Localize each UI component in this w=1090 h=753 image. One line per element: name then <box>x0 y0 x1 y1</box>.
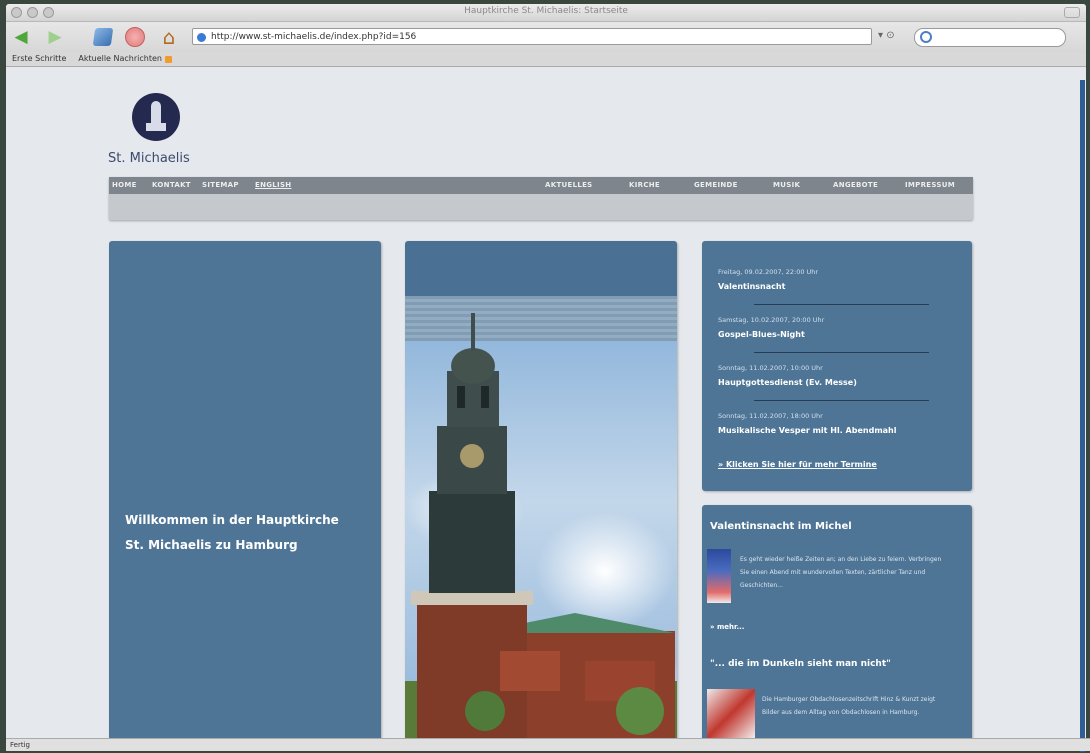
events-panel: Freitag, 09.02.2007, 22:00 Uhr Valentins… <box>702 241 972 491</box>
stop-icon[interactable] <box>124 27 146 47</box>
event-divider <box>754 400 929 401</box>
event-item[interactable]: Samstag, 10.02.2007, 20:00 Uhr Gospel-Bl… <box>718 316 933 339</box>
church-tower-image <box>405 313 677 739</box>
event-title[interactable]: Musikalische Vesper mit Hl. Abendmahl <box>718 426 933 435</box>
event-date: Sonntag, 11.02.2007, 10:00 Uhr <box>718 364 823 372</box>
church-photo-panel <box>405 241 677 739</box>
nav-home[interactable]: HOME <box>112 181 137 189</box>
nav-aktuelles[interactable]: AKTUELLES <box>545 181 593 189</box>
home-icon[interactable]: ⌂ <box>158 25 180 49</box>
nav-impressum[interactable]: IMPRESSUM <box>905 181 955 189</box>
event-title[interactable]: Valentinsnacht <box>718 282 933 291</box>
news-teaser: Die Hamburger Obdachlosenzeitschrift Hin… <box>762 696 936 716</box>
go-icon[interactable]: ▾ ⊙ <box>878 30 895 41</box>
event-item[interactable]: Sonntag, 11.02.2007, 18:00 Uhr Musikalis… <box>718 412 933 435</box>
status-bar: Fertig <box>6 738 1090 751</box>
event-divider <box>754 352 929 353</box>
event-item[interactable]: Freitag, 09.02.2007, 22:00 Uhr Valentins… <box>718 268 933 291</box>
valentine-thumbnail[interactable] <box>707 549 731 603</box>
title-bar: Hauptkirche St. Michaelis: Startseite <box>6 4 1086 22</box>
toolbar-toggle-button[interactable] <box>1064 7 1080 18</box>
search-engine-icon <box>920 31 932 43</box>
event-title[interactable]: Hauptgottesdienst (Ev. Messe) <box>718 378 933 387</box>
bookmark-erste-schritte[interactable]: Erste Schritte <box>12 52 66 66</box>
event-item[interactable]: Sonntag, 11.02.2007, 10:00 Uhr Hauptgott… <box>718 364 933 387</box>
more-events-link[interactable]: » Klicken Sie hier für mehr Termine <box>718 460 877 469</box>
logo-text[interactable]: St. Michaelis <box>108 151 190 166</box>
news-title[interactable]: Valentinsnacht im Michel <box>710 521 852 532</box>
exhibition-thumbnail[interactable] <box>707 689 755 739</box>
nav-gemeinde[interactable]: GEMEINDE <box>694 181 738 189</box>
url-input[interactable]: http://www.st-michaelis.de/index.php?id=… <box>192 28 872 45</box>
news-more-link[interactable]: » mehr... <box>710 623 744 631</box>
bookmark-aktuelle-nachrichten[interactable]: Aktuelle Nachrichten <box>78 52 172 66</box>
news-teaser: Es geht wieder heiße Zeiten an; an den L… <box>740 556 942 589</box>
window-title: Hauptkirche St. Michaelis: Startseite <box>464 6 628 16</box>
nav-english[interactable]: ENGLISH <box>255 181 291 189</box>
welcome-panel: Willkommen in der Hauptkirche St. Michae… <box>109 241 381 739</box>
nav-sitemap[interactable]: SITEMAP <box>202 181 239 189</box>
nav-kontakt[interactable]: KONTAKT <box>152 181 191 189</box>
rss-icon <box>164 55 172 63</box>
event-date: Freitag, 09.02.2007, 22:00 Uhr <box>718 268 819 276</box>
event-title[interactable]: Gospel-Blues-Night <box>718 330 933 339</box>
nav-angebote[interactable]: ANGEBOTE <box>833 181 878 189</box>
nav-kirche[interactable]: KIRCHE <box>629 181 660 189</box>
search-input[interactable] <box>914 28 1066 47</box>
news-title[interactable]: "... die im Dunkeln sieht man nicht" <box>710 659 891 669</box>
back-arrow-icon[interactable]: ◀ <box>10 27 32 47</box>
church-logo-icon[interactable] <box>132 93 180 141</box>
event-date: Samstag, 10.02.2007, 20:00 Uhr <box>718 316 825 324</box>
vertical-scrollbar[interactable] <box>1080 80 1085 752</box>
welcome-heading: Willkommen in der Hauptkirche St. Michae… <box>125 513 339 552</box>
nav-musik[interactable]: MUSIK <box>773 181 800 189</box>
forward-arrow-icon[interactable]: ▶ <box>44 27 66 47</box>
news-panel: Valentinsnacht im Michel Es geht wieder … <box>702 505 972 739</box>
main-navigation: HOME KONTAKT SITEMAP ENGLISH AKTUELLES K… <box>109 177 973 220</box>
event-divider <box>754 304 929 305</box>
url-text: http://www.st-michaelis.de/index.php?id=… <box>211 32 417 42</box>
bookmarks-bar: Erste Schritte Aktuelle Nachrichten <box>6 52 1086 67</box>
status-text: Fertig <box>10 741 30 749</box>
bookmark-aktuelle-nachrichten-label: Aktuelle Nachrichten <box>78 54 162 63</box>
event-date: Sonntag, 11.02.2007, 18:00 Uhr <box>718 412 823 420</box>
site-favicon-icon <box>197 33 206 42</box>
navigation-toolbar: ◀ ▶ ⌂ http://www.st-michaelis.de/index.p… <box>6 22 1086 52</box>
page-content: St. Michaelis HOME KONTAKT SITEMAP ENGLI… <box>6 67 1086 739</box>
reload-icon[interactable] <box>92 27 114 47</box>
